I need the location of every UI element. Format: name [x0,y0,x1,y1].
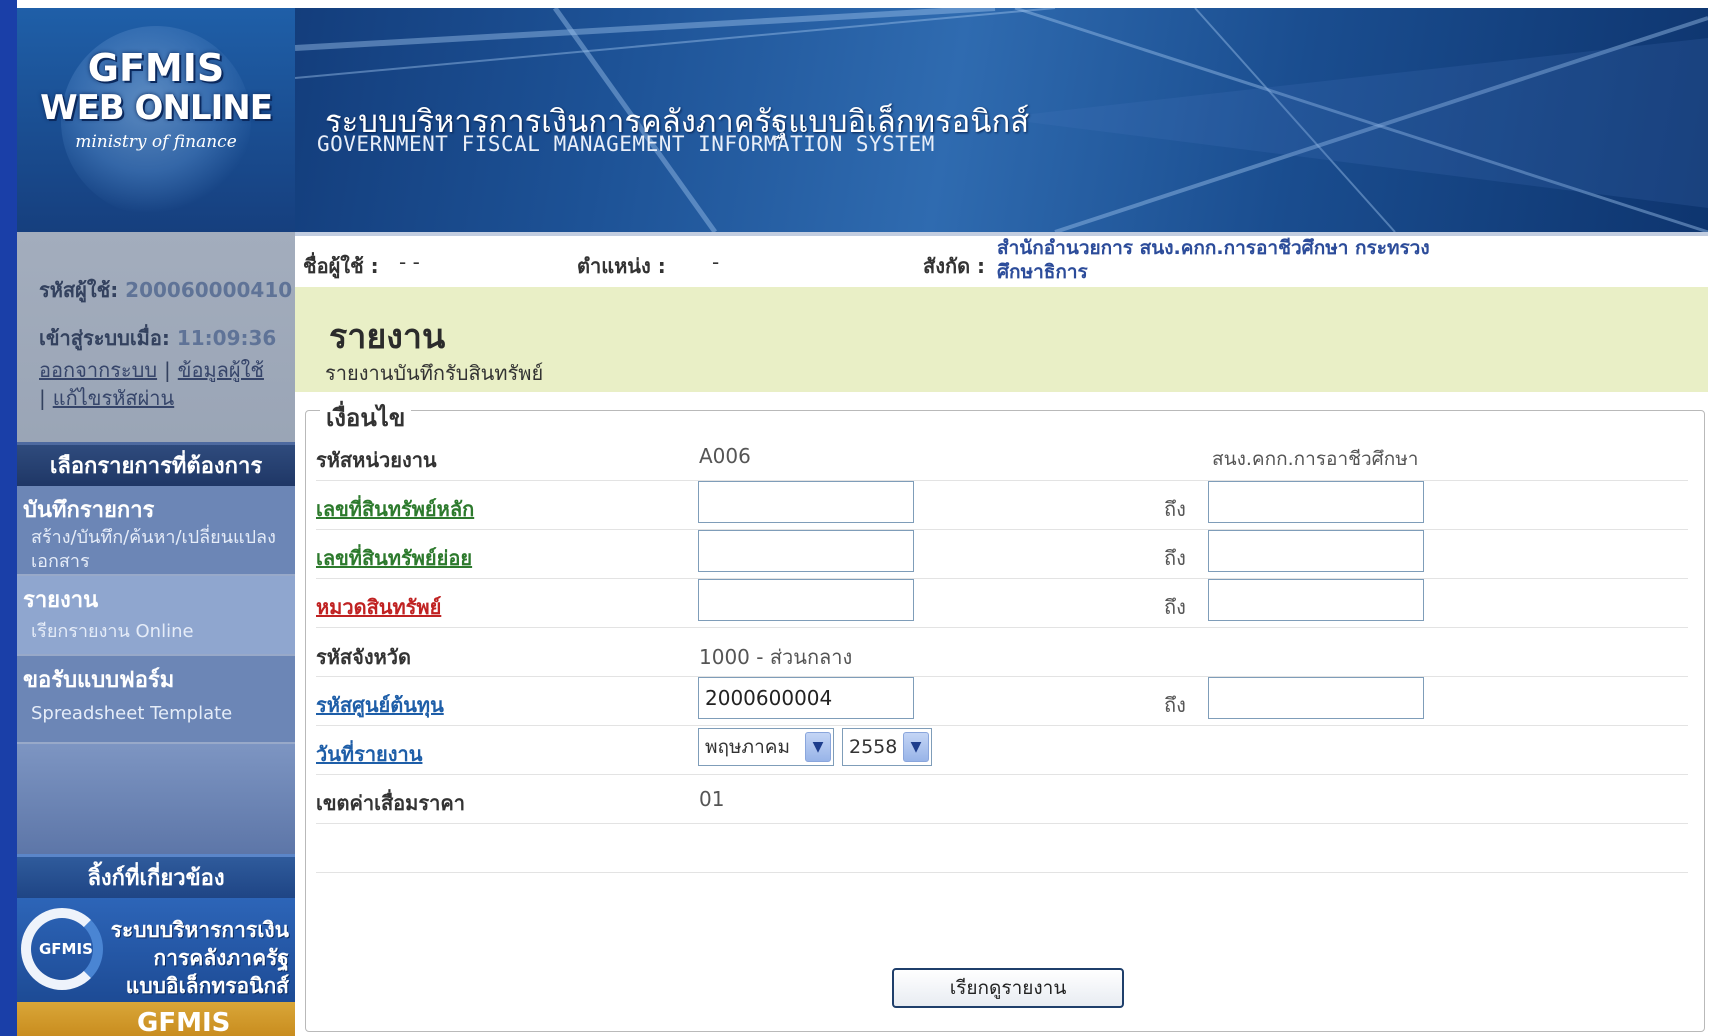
menu-item-sub: เรียกรายงาน Online [31,621,194,642]
app-header: GFMIS WEB ONLINE ministry of finance ระบ… [17,8,1708,232]
username-value: - - [399,250,420,274]
unit-code-value: A006 [699,444,751,468]
link-separator: | [39,386,46,410]
row-unit-code: รหัสหน่วยงาน A006 สนง.คกก.การอาชีวศึกษา [316,432,1688,481]
unit-name: สนง.คกก.การอาชีวศึกษา [1212,448,1419,470]
sidebar-spacer [17,744,295,854]
main-asset-from-input[interactable] [698,481,914,523]
row-sub-asset: เลขที่สินทรัพย์ย่อย ถึง [316,530,1688,579]
menu-item-forms[interactable]: ขอรับแบบฟอร์ม Spreadsheet Template [17,656,295,744]
row-empty [316,824,1688,873]
cost-center-from-input[interactable]: 2000600004 [698,677,914,719]
page-title-band: รายงาน รายงานบันทึกรับสินทรัพย์ [295,287,1708,392]
department-label: สังกัด : [923,254,986,278]
user-id-row: รหัสผู้ใช้: 200060000410 [39,274,292,306]
login-time-value: 11:09:36 [176,326,277,350]
month-value: พฤษภาคม [705,736,790,758]
row-province: รหัสจังหวัด 1000 - ส่วนกลาง [316,628,1688,677]
user-info-box: รหัสผู้ใช้: 200060000410 เข้าสู่ระบบเมื่… [17,232,295,442]
to-label: ถึง [1164,497,1186,521]
gfmis-banner-link[interactable]: GFMIS ระบบบริหารการเงิน การคลังภาครัฐ แบ… [17,898,295,1002]
view-report-button[interactable]: เรียกดูรายงาน [892,968,1124,1008]
user-info-bar: ชื่อผู้ใช้ : - - ตำแหน่ง : - สังกัด : สำ… [295,232,1708,287]
asset-class-from-input[interactable] [698,579,914,621]
gfmis-logo: GFMIS WEB ONLINE ministry of finance [17,8,295,232]
report-date-link[interactable]: วันที่รายงาน [316,738,422,770]
month-select[interactable]: พฤษภาคม ▼ [698,728,834,766]
position-value: - [712,250,720,274]
province-label: รหัสจังหวัด [316,645,412,669]
menu-item-head: ขอรับแบบฟอร์ม [23,668,175,693]
asset-class-link[interactable]: หมวดสินทรัพย์ [316,591,441,623]
to-label: ถึง [1164,693,1186,717]
row-main-asset: เลขที่สินทรัพย์หลัก ถึง [316,481,1688,530]
menu-item-sub: Spreadsheet Template [31,703,233,724]
menu-title: เลือกรายการที่ต้องการ [17,442,295,486]
logout-link[interactable]: ออกจากระบบ [39,358,157,382]
banner-line-3: แบบอิเล็กทรอนิกส์ [125,974,289,998]
row-report-date: วันที่รายงาน พฤษภาคม ▼ 2558 ▼ [316,726,1688,775]
sub-asset-from-input[interactable] [698,530,914,572]
chevron-down-icon[interactable]: ▼ [805,732,831,762]
page-subtitle: รายงานบันทึกรับสินทรัพย์ [325,361,544,385]
depreciation-area-value: 01 [699,787,725,811]
main-asset-to-input[interactable] [1208,481,1424,523]
username-label: ชื่อผู้ใช้ : [303,254,379,278]
link-separator: | [164,358,171,382]
menu-item-sub: สร้าง/บันทึก/ค้นหา/เปลี่ยนแปลง เอกสาร [31,527,276,572]
change-password-link[interactable]: แก้ไขรหัสผ่าน [53,386,174,410]
user-id-label: รหัสผู้ใช้: [39,278,119,302]
menu-item-transactions[interactable]: บันทึกรายการ สร้าง/บันทึก/ค้นหา/เปลี่ยนแ… [17,486,295,576]
year-select[interactable]: 2558 ▼ [842,728,932,766]
sidebar: รหัสผู้ใช้: 200060000410 เข้าสู่ระบบเมื่… [17,232,295,1036]
user-id-value: 200060000410 [125,278,293,302]
row-cost-center: รหัสศูนย์ต้นทุน 2000600004 ถึง [316,677,1688,726]
cost-center-to-input[interactable] [1208,677,1424,719]
cost-center-link[interactable]: รหัสศูนย์ต้นทุน [316,689,444,721]
related-links-title: ลิ้งก์ที่เกี่ยวข้อง [17,854,295,898]
position-label: ตำแหน่ง : [577,254,666,278]
logo-line-2: WEB ONLINE [40,88,273,128]
left-edge-stripe [0,0,17,1036]
menu-item-head: บันทึกรายการ [23,498,155,523]
unit-code-label: รหัสหน่วยงาน [316,448,437,472]
login-time-row: เข้าสู่ระบบเมื่อ: 11:09:36 [39,322,276,354]
depreciation-area-label: เขตค่าเสื่อมราคา [316,791,465,815]
gfmis-ring-text: GFMIS [39,940,93,958]
asset-class-to-input[interactable] [1208,579,1424,621]
year-value: 2558 [849,736,898,758]
gfmis-banner-2[interactable]: GFMIS [17,1002,295,1036]
page-title: รายงาน [329,317,446,357]
department-value: สำนักอำนวยการ สนง.คกก.การอาชีวศึกษา กระท… [997,237,1430,283]
to-label: ถึง [1164,595,1186,619]
user-links: ออกจากระบบ | ข้อมูลผู้ใช้ | แก้ไขรหัสผ่า… [39,356,289,412]
row-depreciation-area: เขตค่าเสื่อมราคา 01 [316,775,1688,824]
user-info-link[interactable]: ข้อมูลผู้ใช้ [178,358,264,382]
row-asset-class: หมวดสินทรัพย์ ถึง [316,579,1688,628]
logo-line-3: ministry of finance [75,132,237,152]
province-value: 1000 - ส่วนกลาง [699,645,853,669]
to-label: ถึง [1164,546,1186,570]
login-time-label: เข้าสู่ระบบเมื่อ: [39,326,170,350]
main-asset-link[interactable]: เลขที่สินทรัพย์หลัก [316,493,474,525]
sub-asset-to-input[interactable] [1208,530,1424,572]
sub-asset-link[interactable]: เลขที่สินทรัพย์ย่อย [316,542,472,574]
system-title-english: GOVERNMENT FISCAL MANAGEMENT INFORMATION… [317,132,935,156]
chevron-down-icon[interactable]: ▼ [903,732,929,762]
logo-line-1: GFMIS [87,46,225,90]
banner2-text: GFMIS [137,1008,231,1036]
menu-item-reports[interactable]: รายงาน เรียกรายงาน Online [17,576,295,656]
menu-item-head: รายงาน [23,588,99,613]
